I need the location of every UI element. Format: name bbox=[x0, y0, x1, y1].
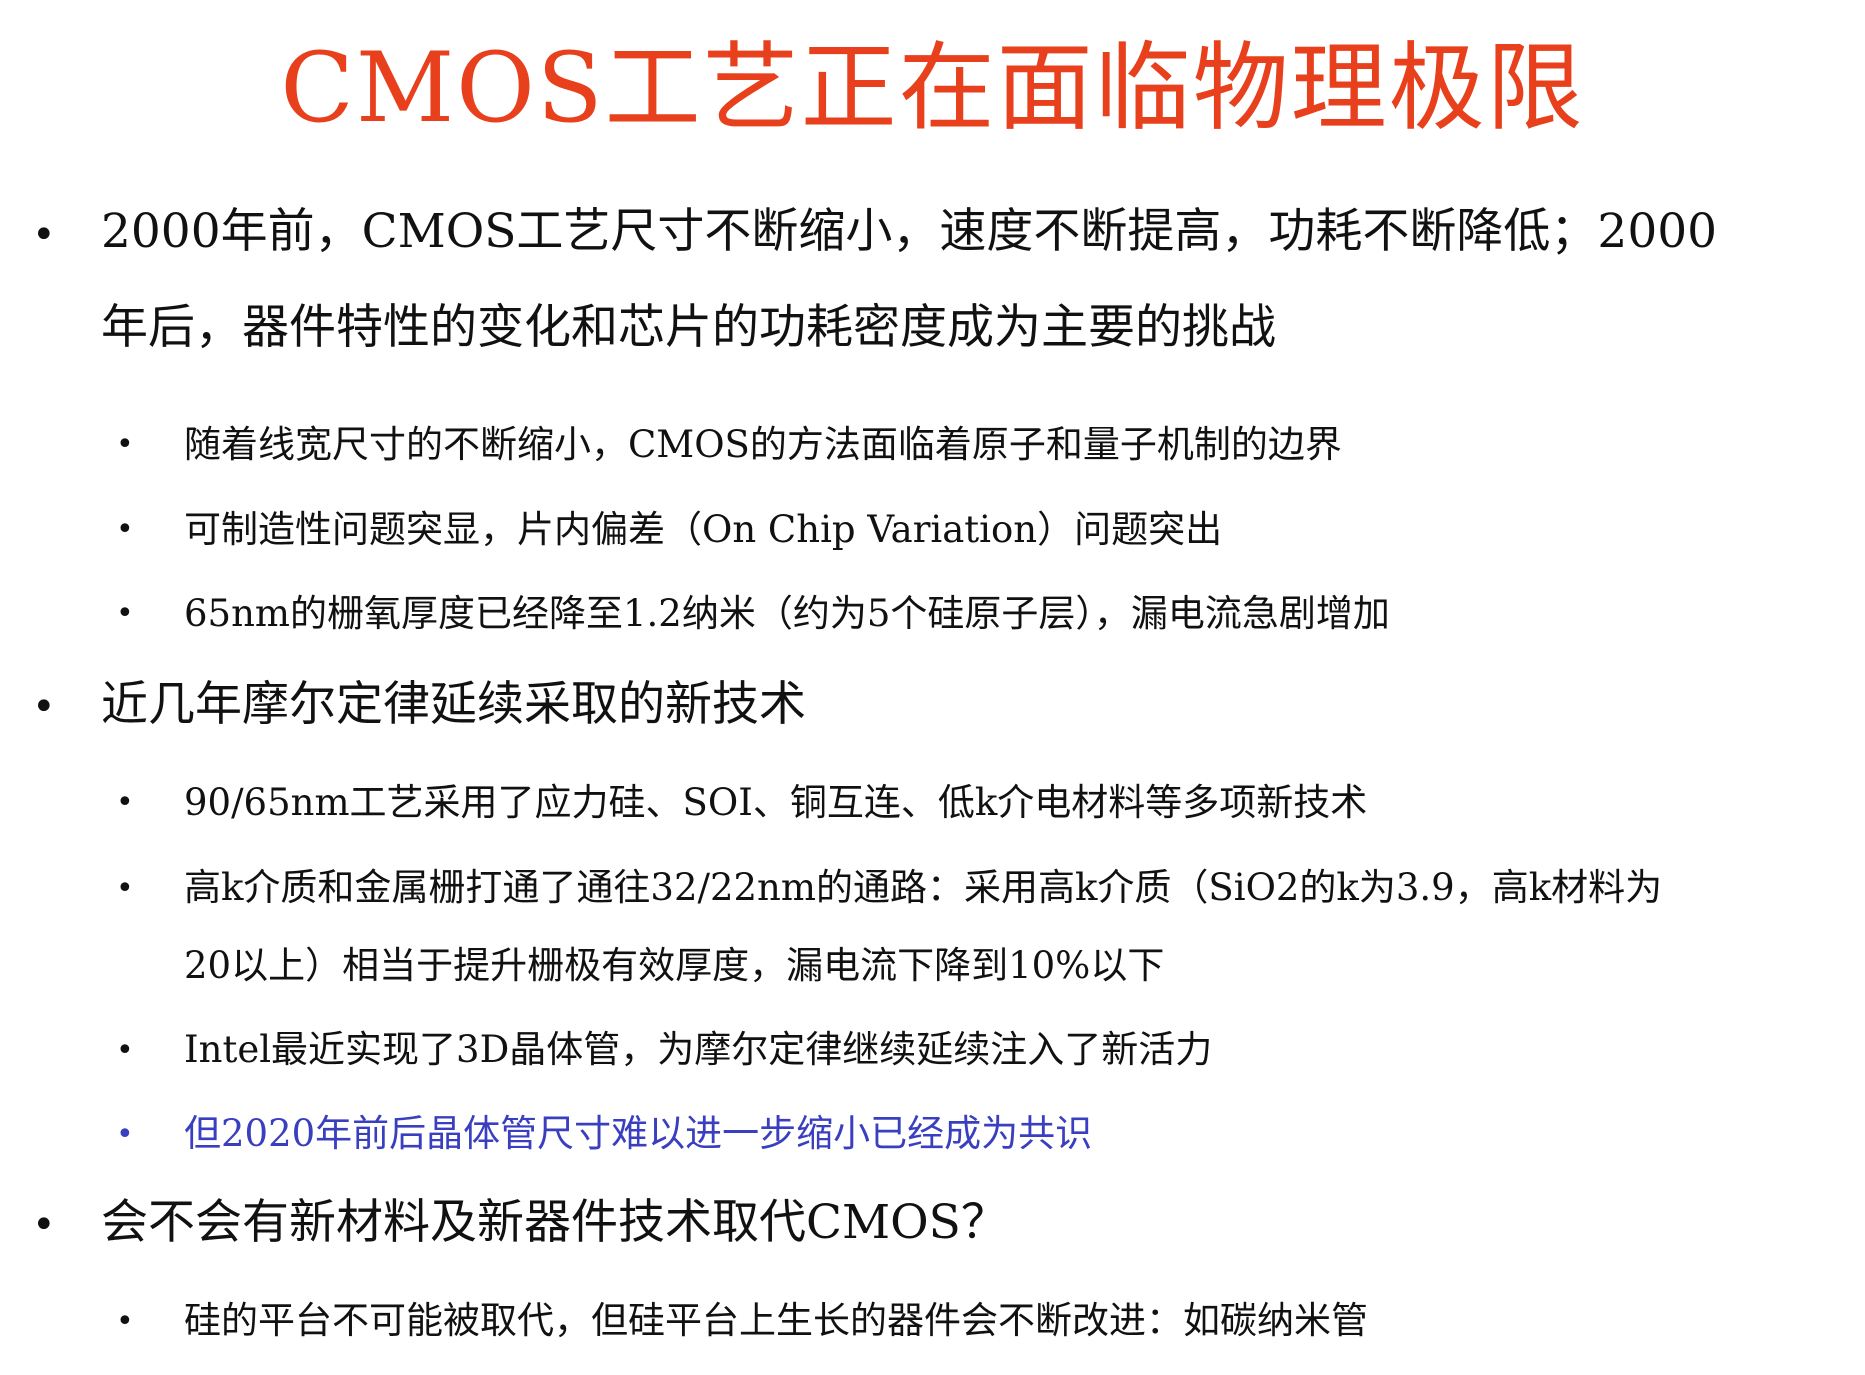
slide: CMOS工艺正在面临物理极限 • 2000年前，CMOS工艺尺寸不断缩小，速度不… bbox=[0, 0, 1865, 1375]
bullet-line: 近几年摩尔定律延续采取的新技术 bbox=[101, 677, 806, 732]
sub-bullet-line: 高k介质和金属栅打通了通往32/22nm的通路：采用高k介质（SiO2的k为3.… bbox=[184, 866, 1663, 909]
sub-bullet-line: 20以上）相当于提升栅极有效厚度，漏电流下降到10%以下 bbox=[184, 944, 1165, 987]
slide-title: CMOS工艺正在面临物理极限 bbox=[280, 32, 1585, 144]
bullet-line: 2000年前，CMOS工艺尺寸不断缩小，速度不断提高，功耗不断降低；2000 bbox=[101, 204, 1718, 259]
bullet-line: 会不会有新材料及新器件技术取代CMOS？ bbox=[101, 1195, 1008, 1250]
bullet-dot-icon: • bbox=[116, 785, 134, 820]
sub-bullet-line: 65nm的栅氧厚度已经降至1.2纳米（约为5个硅原子层），漏电流急剧增加 bbox=[184, 592, 1390, 635]
sub-bullet-line: 可制造性问题突显，片内偏差（On Chip Variation）问题突出 bbox=[184, 508, 1223, 551]
bullet-dot-icon: • bbox=[116, 427, 134, 462]
sub-bullet-line: 90/65nm工艺采用了应力硅、SOI、铜互连、低k介电材料等多项新技术 bbox=[184, 781, 1368, 824]
bullet-dot-icon: • bbox=[116, 1304, 134, 1339]
sub-bullet-line: 硅的平台不可能被取代，但硅平台上生长的器件会不断改进：如碳纳米管 bbox=[184, 1299, 1368, 1342]
bullet-dot-icon: • bbox=[32, 212, 56, 258]
bullet-dot-icon: • bbox=[32, 1202, 56, 1248]
bullet-dot-icon: • bbox=[116, 871, 134, 906]
bullet-line: 年后，器件特性的变化和芯片的功耗密度成为主要的挑战 bbox=[101, 300, 1276, 355]
bullet-dot-icon: • bbox=[116, 1117, 134, 1152]
bullet-dot-icon: • bbox=[116, 1033, 134, 1068]
bullet-dot-icon: • bbox=[116, 596, 134, 631]
bullet-dot-icon: • bbox=[32, 684, 56, 730]
sub-bullet-line: Intel最近实现了3D晶体管，为摩尔定律继续延续注入了新活力 bbox=[184, 1028, 1213, 1071]
sub-bullet-line: 随着线宽尺寸的不断缩小，CMOS的方法面临着原子和量子机制的边界 bbox=[184, 423, 1342, 466]
sub-bullet-line: 但2020年前后晶体管尺寸难以进一步缩小已经成为共识 bbox=[184, 1112, 1093, 1155]
bullet-dot-icon: • bbox=[116, 512, 134, 547]
